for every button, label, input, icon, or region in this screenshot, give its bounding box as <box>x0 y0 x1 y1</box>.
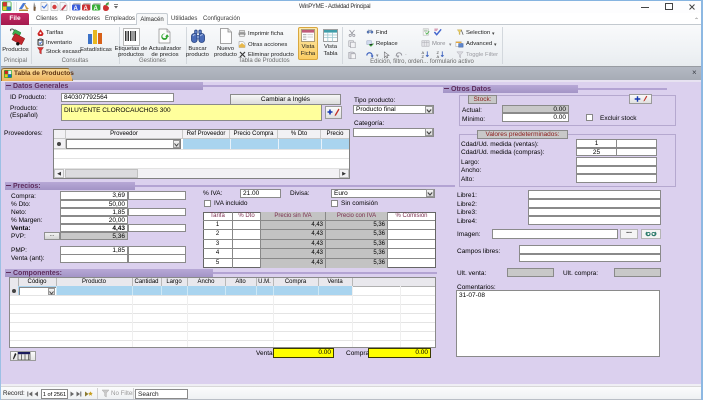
svg-text:A: A <box>94 6 99 12</box>
svg-text:A: A <box>436 54 439 58</box>
svg-text:A: A <box>84 6 89 12</box>
svg-text:A: A <box>74 6 79 12</box>
